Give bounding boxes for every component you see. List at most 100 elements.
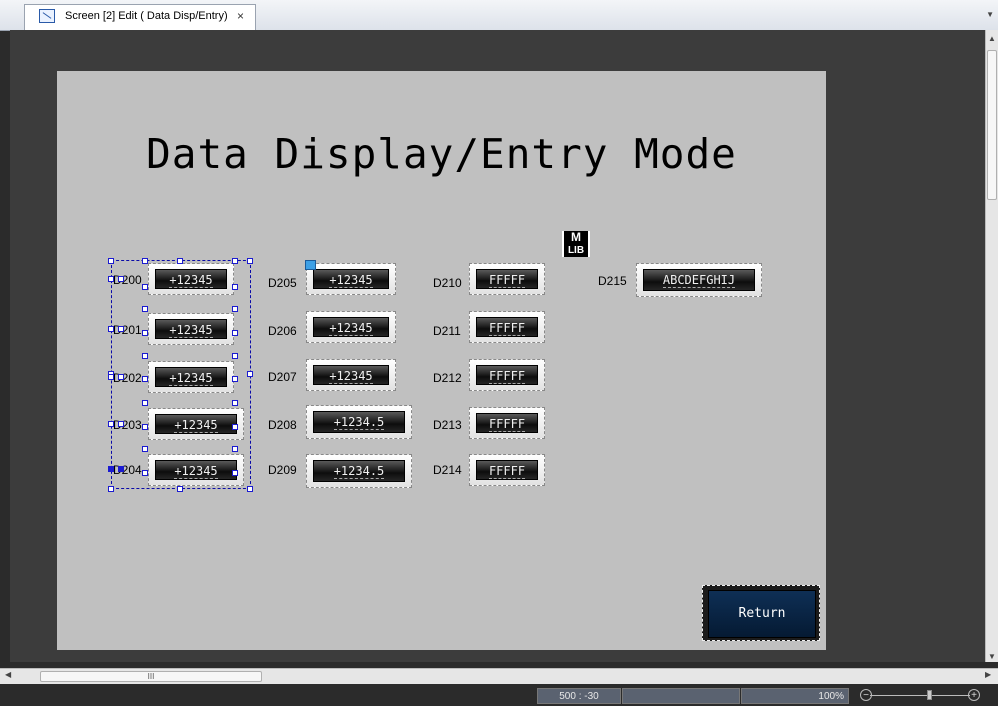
screen-edit-icon: [39, 9, 55, 23]
selection-handle[interactable]: [232, 353, 238, 359]
field-display-screen: ABCDEFGHIJ: [643, 269, 755, 291]
selection-handle[interactable]: [247, 258, 253, 264]
field-value: FFFFF: [488, 321, 526, 336]
selection-handle[interactable]: [232, 284, 238, 290]
selection-handle[interactable]: [108, 374, 114, 380]
field-display-screen: +12345: [313, 317, 389, 337]
selection-handle[interactable]: [232, 376, 238, 382]
tab-screen-2-edit[interactable]: Screen [2] Edit ( Data Disp/Entry) ×: [24, 4, 256, 30]
data-field-d207[interactable]: +12345: [306, 359, 396, 391]
selection-handle[interactable]: [142, 284, 148, 290]
device-label-d215: D215: [598, 274, 627, 288]
data-field-d214[interactable]: FFFFF: [469, 454, 545, 486]
scroll-left-icon[interactable]: ◀: [5, 670, 11, 679]
library-badge-top: M: [564, 231, 588, 244]
selection-handle[interactable]: [142, 306, 148, 312]
selection-handle[interactable]: [232, 424, 238, 430]
tab-title: Screen [2] Edit ( Data Disp/Entry): [65, 10, 228, 22]
selection-handle[interactable]: [108, 258, 114, 264]
return-button[interactable]: Return: [708, 590, 816, 638]
selection-handle[interactable]: [108, 466, 114, 472]
data-field-d210[interactable]: FFFFF: [469, 263, 545, 295]
data-field-d213[interactable]: FFFFF: [469, 407, 545, 439]
field-display-screen: FFFFF: [476, 317, 538, 337]
vertical-scrollbar[interactable]: ▲ ▼: [985, 30, 998, 662]
link-marker-icon: [305, 260, 316, 270]
selection-handle[interactable]: [232, 400, 238, 406]
data-field-d215[interactable]: ABCDEFGHIJ: [636, 263, 762, 297]
library-badge-icon: M LIB: [562, 231, 590, 257]
field-display-screen: FFFFF: [476, 413, 538, 433]
scroll-right-icon[interactable]: ▶: [985, 670, 991, 679]
field-value: +1234.5: [333, 415, 385, 430]
vertical-scroll-thumb[interactable]: [987, 50, 997, 200]
selection-handle[interactable]: [142, 353, 148, 359]
data-field-d212[interactable]: FFFFF: [469, 359, 545, 391]
selection-handle[interactable]: [108, 421, 114, 427]
return-button-frame[interactable]: Return: [702, 585, 820, 641]
selection-handle[interactable]: [232, 446, 238, 452]
field-value: ABCDEFGHIJ: [662, 273, 736, 288]
data-field-d205[interactable]: +12345: [306, 263, 396, 295]
zoom-slider-thumb[interactable]: [927, 690, 932, 700]
selection-handle[interactable]: [108, 276, 114, 282]
screen-title: Data Display/Entry Mode: [146, 130, 737, 178]
field-value: +12345: [329, 273, 373, 288]
device-label-d210: D210: [433, 276, 462, 290]
field-value: FFFFF: [488, 369, 526, 384]
field-value: +12345: [329, 321, 373, 336]
field-display-screen: FFFFF: [476, 365, 538, 385]
selection-box[interactable]: [111, 260, 251, 489]
selection-handle[interactable]: [108, 326, 114, 332]
data-field-d209[interactable]: +1234.5: [306, 454, 412, 488]
horizontal-scroll-thumb[interactable]: III: [40, 671, 262, 682]
selection-handle[interactable]: [142, 446, 148, 452]
selection-handle[interactable]: [142, 330, 148, 336]
field-value: FFFFF: [488, 417, 526, 432]
selection-handle[interactable]: [142, 258, 148, 264]
device-label-d212: D212: [433, 371, 462, 385]
data-field-d206[interactable]: +12345: [306, 311, 396, 343]
selection-handle[interactable]: [247, 371, 253, 377]
device-label-d207: D207: [268, 370, 297, 384]
selection-handle[interactable]: [118, 374, 124, 380]
selection-handle[interactable]: [142, 400, 148, 406]
selection-handle[interactable]: [247, 486, 253, 492]
zoom-slider[interactable]: [870, 695, 970, 696]
selection-handle[interactable]: [118, 326, 124, 332]
zoom-in-icon[interactable]: +: [968, 689, 980, 701]
device-label-d205: D205: [268, 276, 297, 290]
scroll-down-icon[interactable]: ▼: [986, 650, 998, 664]
selection-handle[interactable]: [232, 330, 238, 336]
scroll-up-icon[interactable]: ▲: [986, 32, 998, 46]
selection-handle[interactable]: [108, 486, 114, 492]
selection-handle[interactable]: [177, 258, 183, 264]
device-label-d213: D213: [433, 418, 462, 432]
device-label-d206: D206: [268, 324, 297, 338]
field-value: FFFFF: [488, 464, 526, 479]
selection-handle[interactable]: [118, 421, 124, 427]
selection-handle[interactable]: [142, 470, 148, 476]
field-display-screen: +1234.5: [313, 411, 405, 433]
selection-handle[interactable]: [142, 376, 148, 382]
zoom-level: 100%: [741, 688, 849, 704]
document-tab-bar: Screen [2] Edit ( Data Disp/Entry) × ▼: [0, 0, 998, 31]
field-value: +1234.5: [333, 464, 385, 479]
data-field-d208[interactable]: +1234.5: [306, 405, 412, 439]
selection-handle[interactable]: [232, 306, 238, 312]
horizontal-scrollbar[interactable]: ◀ III ▶: [0, 668, 998, 684]
data-field-d211[interactable]: FFFFF: [469, 311, 545, 343]
field-display-screen: FFFFF: [476, 269, 538, 289]
tab-close-icon[interactable]: ×: [237, 9, 244, 23]
selection-handle[interactable]: [118, 276, 124, 282]
field-display-screen: +12345: [313, 365, 389, 385]
device-label-d209: D209: [268, 463, 297, 477]
selection-handle[interactable]: [142, 424, 148, 430]
device-label-d208: D208: [268, 418, 297, 432]
field-value: +12345: [329, 369, 373, 384]
selection-handle[interactable]: [232, 470, 238, 476]
tab-list-dropdown-icon[interactable]: ▼: [986, 10, 994, 19]
selection-handle[interactable]: [177, 486, 183, 492]
selection-handle[interactable]: [118, 466, 124, 472]
selection-handle[interactable]: [232, 258, 238, 264]
